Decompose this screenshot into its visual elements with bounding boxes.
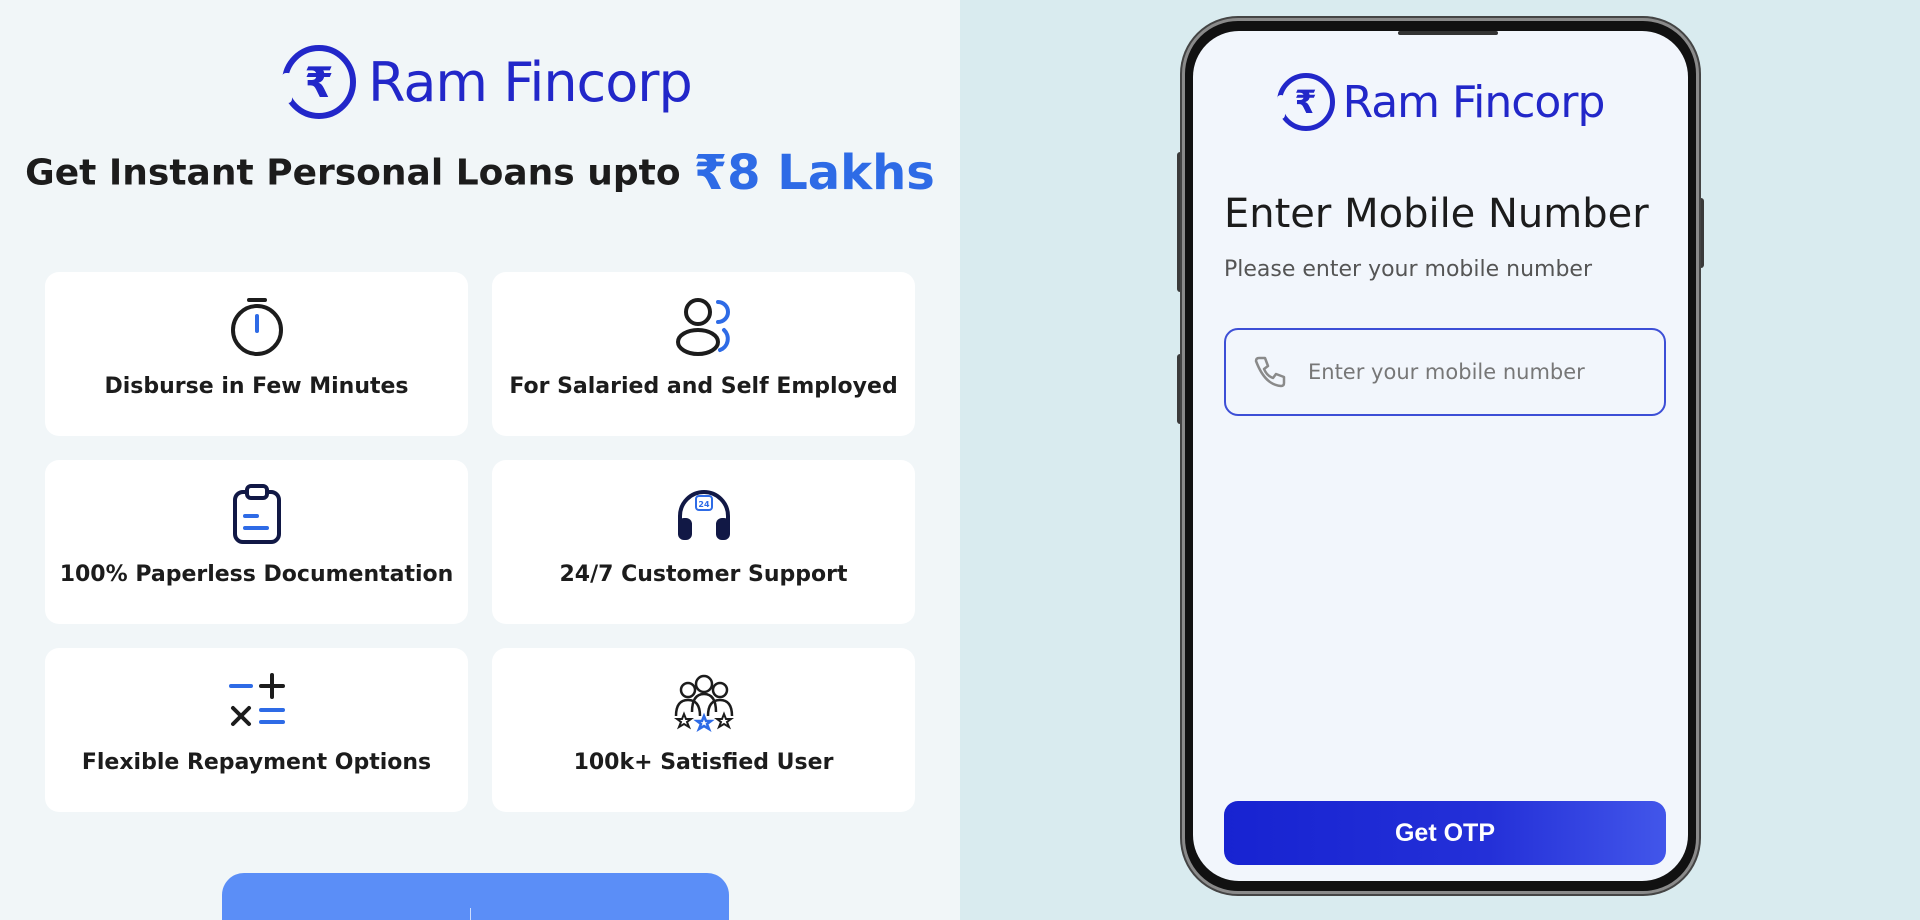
mobile-field[interactable] [1224,328,1666,416]
get-otp-button[interactable]: Get OTP [1224,801,1666,865]
feature-label: 100k+ Satisfied User [573,750,834,775]
group-stars-icon [673,674,734,732]
phone-notch [1398,31,1498,35]
login-subtitle: Please enter your mobile number [1224,257,1592,282]
headline-amount: ₹8 Lakhs [693,145,935,201]
login-title: Enter Mobile Number [1224,191,1649,237]
brand-logo: ₹ Ram Fincorp [282,42,693,122]
rupee-logo-icon: ₹ [1276,73,1335,131]
headset-24-icon: 24 [677,490,730,540]
feature-card-paperless: 100% Paperless Documentation [45,460,468,624]
svg-text:24: 24 [698,500,710,509]
phone-icon [1254,356,1286,388]
brand-name: Ram Fincorp [1342,76,1606,128]
feature-label: For Salaried and Self Employed [509,374,898,399]
mobile-input[interactable] [1308,360,1638,384]
feature-card-users: 100k+ Satisfied User [492,648,915,812]
stats-divider [470,908,471,920]
clipboard-icon [232,484,281,544]
feature-card-disburse: Disburse in Few Minutes [45,272,468,436]
feature-label: Flexible Repayment Options [81,750,432,775]
stats-banner [222,873,729,920]
feature-card-salaried: For Salaried and Self Employed [492,272,915,436]
feature-label: 100% Paperless Documentation [59,562,454,587]
calculator-icon [228,673,285,726]
feature-card-repayment: Flexible Repayment Options [45,648,468,812]
headline-text: Get Instant Personal Loans upto [25,152,681,194]
feature-card-support: 24 24/7 Customer Support [492,460,915,624]
brand-name: Ram Fincorp [368,50,693,114]
brand-logo: ₹ Ram Fincorp [1193,73,1688,131]
phone-frame: ₹ Ram Fincorp Enter Mobile Number Please… [1182,18,1699,894]
features-grid: Disburse in Few Minutes For Salaried and… [45,272,915,812]
feature-label: Disburse in Few Minutes [104,374,409,399]
features-panel: ₹ Ram Fincorp Get Instant Personal Loans… [0,0,960,920]
stopwatch-icon [230,298,283,356]
rupee-logo-icon: ₹ [282,45,356,119]
feature-label: 24/7 Customer Support [559,562,848,587]
users-icon [675,298,730,356]
login-screen: ₹ Ram Fincorp Enter Mobile Number Please… [1193,31,1688,881]
headline: Get Instant Personal Loans upto ₹8 Lakhs [0,145,960,201]
